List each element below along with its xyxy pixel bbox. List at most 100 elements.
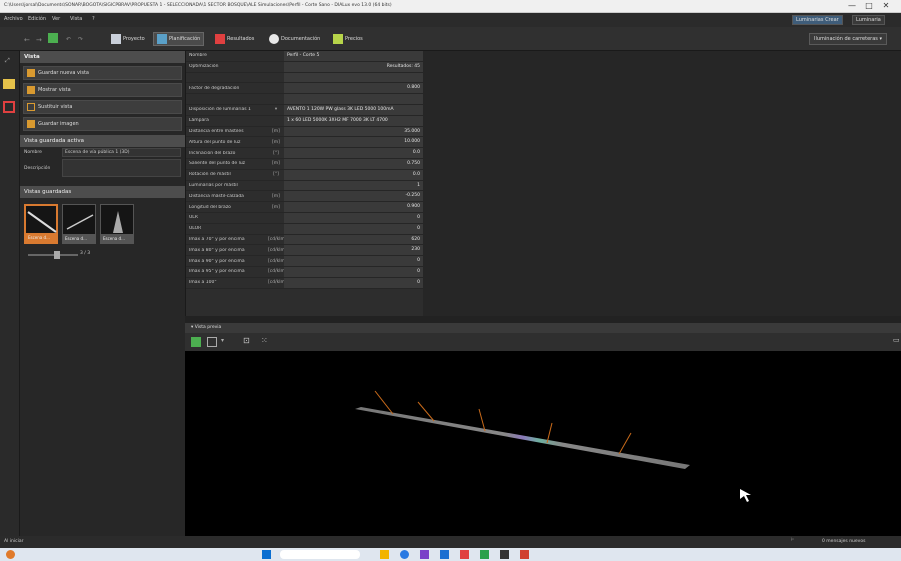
file-explorer-icon[interactable]	[380, 550, 389, 559]
property-row: ULR 0	[186, 212, 423, 224]
fit-view-icon[interactable]: ⊡	[243, 336, 250, 345]
property-value[interactable]: -0.250	[284, 191, 423, 202]
name-field[interactable]: Escena de vía pública 1 (3D)	[62, 148, 181, 157]
property-value[interactable]: 620	[284, 234, 423, 245]
property-value[interactable]: 35.000	[284, 126, 423, 137]
save-image-button[interactable]: Guardar imagen	[23, 117, 182, 131]
render-icon[interactable]	[191, 337, 201, 347]
redo-icon[interactable]: ↷	[78, 36, 83, 43]
preview-title: Vista previa	[194, 325, 222, 330]
menu-ver[interactable]: Ver	[52, 16, 60, 22]
status-messages[interactable]: 0 mensajes nuevos	[822, 539, 865, 544]
save-new-view-button[interactable]: Guardar nueva vista	[23, 66, 182, 80]
menu-help[interactable]: ?	[92, 16, 95, 22]
close-button[interactable]: ✕	[879, 1, 893, 11]
maximize-button[interactable]: □	[862, 1, 876, 11]
show-view-button[interactable]: Mostrar vista	[23, 83, 182, 97]
planning-icon	[157, 34, 167, 44]
tab-planificacion-label: Planificación	[169, 36, 201, 42]
road-thumbnail-image	[113, 211, 123, 233]
tab-resultados-label: Resultados	[227, 36, 255, 42]
light-tool-icon[interactable]	[3, 79, 15, 89]
tab-documentacion[interactable]: Documentación	[266, 32, 323, 46]
property-value[interactable]: 1	[284, 180, 423, 191]
property-value[interactable]: 0	[284, 277, 423, 288]
start-icon[interactable]	[262, 550, 271, 559]
thumbnail-size-slider[interactable]: 3 / 3	[24, 250, 181, 260]
property-row: Lámpara 1 x 60 LED 5000K 3XH2 MF 7000 3K …	[186, 115, 423, 127]
property-value[interactable]: 0.900	[284, 202, 423, 212]
back-arrow-icon[interactable]: ←	[24, 36, 30, 44]
chevron-down-icon[interactable]: ▾	[221, 337, 224, 344]
3d-viewport[interactable]	[185, 351, 901, 536]
terminal-icon[interactable]	[500, 550, 509, 559]
tab-precios[interactable]: Precios	[330, 32, 366, 46]
property-value[interactable]: 10.000	[284, 137, 423, 148]
luminarias-crear-button[interactable]: Luminarias Crear	[792, 15, 843, 25]
main-toolbar: ← → ↶ ↷ Proyecto Planificación Resultado…	[0, 27, 901, 51]
property-value[interactable]: 0.0	[284, 148, 423, 158]
saved-view-thumbnail[interactable]: Escena d...	[100, 204, 134, 244]
property-value[interactable]: 0.800	[284, 83, 423, 94]
browser-icon[interactable]	[400, 550, 409, 559]
menu-archivo[interactable]: Archivo	[4, 16, 23, 22]
menu-edicion[interactable]: Edición	[28, 16, 46, 22]
app-icon[interactable]	[460, 550, 469, 559]
description-field[interactable]	[62, 159, 181, 177]
property-value[interactable]: 230	[284, 245, 423, 256]
property-row: Factor de degradación 0.800	[186, 83, 423, 95]
properties-table: Nombre Perfil - Corte 5 Optimización Result…	[185, 51, 423, 316]
panel-options-icon[interactable]: ▭	[893, 336, 900, 344]
teams-icon[interactable]	[420, 550, 429, 559]
tab-resultados[interactable]: Resultados	[212, 32, 257, 46]
property-value[interactable]: 0	[284, 212, 423, 223]
property-value[interactable]: Perfil - Corte 5	[284, 51, 423, 61]
saved-view-caption: Escena d...	[63, 234, 95, 243]
select-tool-icon[interactable]	[3, 101, 15, 113]
property-value[interactable]: 0.0	[284, 169, 423, 180]
tab-documentacion-label: Documentación	[281, 36, 321, 42]
property-unit: [°]	[273, 172, 279, 178]
road-surface	[355, 407, 690, 469]
property-value[interactable]: 0	[284, 223, 423, 234]
notification-icon[interactable]: ⚐	[790, 538, 794, 543]
mouse-cursor-icon	[740, 489, 751, 502]
menu-vista[interactable]: Vista	[70, 16, 82, 22]
mode-dropdown[interactable]: Iluminación de carreteras ▾	[809, 33, 887, 45]
saved-view-thumbnail[interactable]: Escena d...	[24, 204, 58, 244]
export-icon[interactable]	[207, 337, 217, 347]
property-value[interactable]: AVENTO 1 120W PW glass 3K LED 5000 100mA	[284, 104, 423, 115]
replace-view-button[interactable]: Sustituir vista	[23, 100, 182, 114]
property-value[interactable]	[284, 72, 423, 83]
weather-icon[interactable]	[6, 550, 15, 559]
property-value[interactable]	[284, 94, 423, 104]
slider-handle[interactable]	[54, 251, 60, 259]
grid-icon[interactable]: ⁙	[261, 336, 268, 345]
property-value[interactable]: Resultados: 45	[284, 61, 423, 72]
property-value[interactable]: 0	[284, 266, 423, 277]
outlook-icon[interactable]	[440, 550, 449, 559]
property-value[interactable]: 1 x 60 LED 5000K 3XH2 MF 7000 3K LT 4700	[284, 115, 423, 126]
property-row: Nombre Perfil - Corte 5	[186, 51, 423, 62]
search-input[interactable]	[280, 550, 360, 559]
minimize-button[interactable]: —	[845, 1, 859, 11]
property-label: Distancia entre mástiles	[189, 128, 244, 134]
property-value[interactable]: 0	[284, 256, 423, 266]
view-panel: Vista Guardar nueva vista Mostrar vista …	[20, 51, 185, 536]
view-tool-icon[interactable]: ⤢	[5, 57, 10, 65]
luminaria-button[interactable]: Luminaria	[852, 15, 885, 25]
tab-proyecto[interactable]: Proyecto	[108, 32, 148, 46]
forward-arrow-icon[interactable]: →	[36, 36, 42, 44]
os-taskbar	[0, 548, 901, 561]
property-label: Saliente del punto de luz	[189, 161, 246, 167]
excel-icon[interactable]	[480, 550, 489, 559]
property-row: Luminarias por mástil 1	[186, 180, 423, 192]
property-label: ULR	[189, 215, 198, 221]
save-icon[interactable]	[48, 33, 58, 43]
undo-icon[interactable]: ↶	[66, 36, 71, 43]
property-unit: [m]	[272, 128, 280, 134]
saved-view-thumbnail[interactable]: Escena d...	[62, 204, 96, 244]
dialux-icon[interactable]	[520, 550, 529, 559]
tab-planificacion[interactable]: Planificación	[153, 32, 205, 46]
property-value[interactable]: 0.750	[284, 158, 423, 169]
